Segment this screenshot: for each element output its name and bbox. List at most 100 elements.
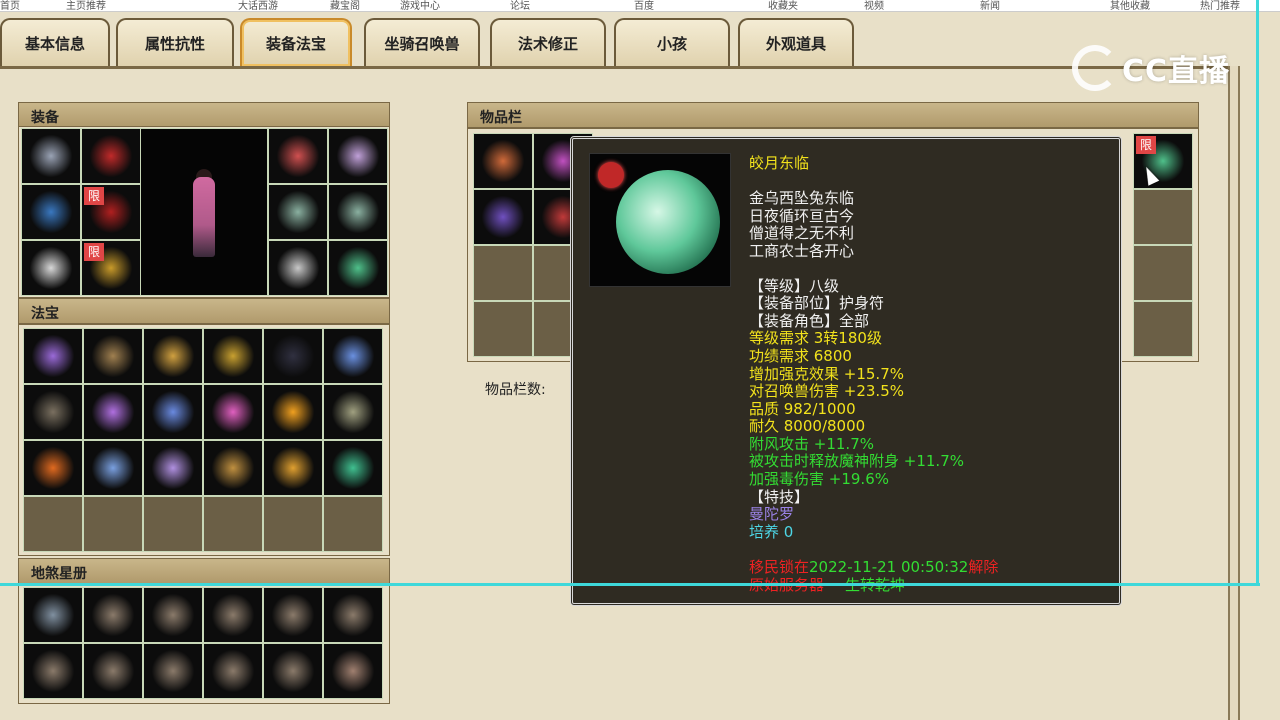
item-slot[interactable] — [268, 184, 328, 240]
amulet-icon — [335, 135, 381, 177]
item-slot[interactable] — [328, 184, 388, 240]
bookmark-item[interactable]: 藏宝阁 — [330, 0, 360, 11]
tooltip-bonus: 被攻击时释放魔神附身 +11.7% — [749, 452, 964, 470]
equipment-left-slots: 限限 — [21, 128, 141, 296]
tooltip-requirement: 品质 982/1000 — [749, 400, 856, 418]
tab-2[interactable]: 属性抗性 — [116, 18, 234, 66]
item-slot[interactable] — [323, 384, 383, 440]
whip-icon — [90, 391, 136, 433]
item-slot[interactable] — [268, 240, 328, 296]
rope-icon — [480, 140, 526, 182]
item-slot[interactable] — [263, 587, 323, 643]
item-slot[interactable]: 限 — [81, 184, 141, 240]
item-slot[interactable] — [263, 440, 323, 496]
bookmark-item[interactable]: 收藏夹 — [768, 0, 798, 11]
item-slot[interactable] — [23, 587, 83, 643]
item-slot[interactable] — [203, 587, 263, 643]
item-slot[interactable] — [473, 189, 533, 245]
bookmark-item[interactable]: 论坛 — [510, 0, 530, 11]
item-slot[interactable] — [21, 240, 81, 296]
item-slot[interactable] — [21, 128, 81, 184]
item-slot[interactable] — [203, 440, 263, 496]
bookmark-item[interactable]: 主页推荐 — [66, 0, 106, 11]
item-slot[interactable] — [203, 496, 263, 552]
item-slot[interactable] — [83, 587, 143, 643]
item-slot[interactable] — [268, 128, 328, 184]
item-slot[interactable] — [143, 643, 203, 699]
mask-icon — [275, 135, 321, 177]
tooltip-slot: 【装备部位】护身符 — [749, 294, 885, 312]
item-slot[interactable] — [143, 384, 203, 440]
bookmark-item[interactable]: 游戏中心 — [400, 0, 440, 11]
item-slot[interactable] — [323, 587, 383, 643]
item-slot[interactable] — [323, 496, 383, 552]
item-slot[interactable] — [83, 328, 143, 384]
item-slot[interactable]: 限 — [81, 240, 141, 296]
tooltip-bonus: 附风攻击 +11.7% — [749, 435, 874, 453]
bookmark-item[interactable]: 热门推荐 — [1200, 0, 1240, 11]
bookmark-item[interactable]: 视频 — [864, 0, 884, 11]
tab-3[interactable]: 装备法宝 — [240, 18, 352, 66]
item-slot[interactable] — [328, 128, 388, 184]
tab-1[interactable]: 基本信息 — [0, 18, 110, 66]
inventory-capacity-label: 物品栏数: — [485, 382, 546, 398]
item-slot[interactable] — [23, 384, 83, 440]
tab-7[interactable]: 外观道具 — [738, 18, 854, 66]
item-slot[interactable] — [143, 440, 203, 496]
item-slot[interactable] — [1133, 301, 1193, 357]
tab-5[interactable]: 法术修正 — [490, 18, 606, 66]
scroll-icon — [30, 391, 76, 433]
item-slot[interactable] — [323, 440, 383, 496]
monk-card-icon — [270, 650, 316, 692]
item-slot[interactable] — [23, 328, 83, 384]
ring-jade-icon — [275, 191, 321, 233]
item-slot[interactable]: 限 — [1133, 133, 1193, 189]
item-slot[interactable] — [143, 328, 203, 384]
tab-6[interactable]: 小孩 — [614, 18, 730, 66]
equipment-right-slots — [268, 128, 388, 296]
item-slot[interactable] — [143, 496, 203, 552]
item-slot[interactable] — [263, 643, 323, 699]
item-slot[interactable] — [263, 496, 323, 552]
tab-4[interactable]: 坐骑召唤兽 — [364, 18, 480, 66]
item-slot[interactable] — [203, 643, 263, 699]
item-slot[interactable] — [21, 184, 81, 240]
item-slot[interactable] — [23, 496, 83, 552]
item-slot[interactable] — [263, 384, 323, 440]
elder-card-icon — [330, 650, 376, 692]
item-slot[interactable] — [203, 384, 263, 440]
item-slot[interactable] — [23, 440, 83, 496]
tooltip-role: 【装备角色】全部 — [749, 312, 870, 330]
item-slot[interactable] — [323, 328, 383, 384]
item-slot[interactable] — [1133, 245, 1193, 301]
cc-logo-text: CC直播 — [1122, 54, 1231, 89]
ring-jade-icon — [335, 191, 381, 233]
bookmark-item[interactable]: 大话西游 — [238, 0, 278, 11]
bookmark-item[interactable]: 百度 — [634, 0, 654, 11]
tooltip-item-image — [589, 153, 731, 287]
item-slot[interactable] — [1133, 189, 1193, 245]
tooltip-lock-time: 2022-11-21 00:50:32 — [809, 558, 969, 576]
item-slot[interactable] — [328, 240, 388, 296]
item-slot[interactable] — [83, 440, 143, 496]
item-slot[interactable] — [81, 128, 141, 184]
bookmark-item[interactable]: 新闻 — [980, 0, 1000, 11]
monk-card-icon — [90, 650, 136, 692]
treasure-grid — [23, 328, 383, 552]
bookmark-item[interactable]: 其他收藏 — [1110, 0, 1150, 11]
item-slot[interactable] — [473, 133, 533, 189]
item-slot[interactable] — [83, 643, 143, 699]
monk-card-icon — [270, 594, 316, 636]
item-slot[interactable] — [23, 643, 83, 699]
monk-card-icon — [210, 650, 256, 692]
item-slot[interactable] — [83, 496, 143, 552]
item-slot[interactable] — [323, 643, 383, 699]
item-slot[interactable] — [473, 301, 533, 357]
gourd-icon — [150, 335, 196, 377]
item-slot[interactable] — [83, 384, 143, 440]
bookmark-item[interactable]: 首页 — [0, 0, 20, 11]
item-slot[interactable] — [203, 328, 263, 384]
item-slot[interactable] — [473, 245, 533, 301]
item-slot[interactable] — [263, 328, 323, 384]
item-slot[interactable] — [143, 587, 203, 643]
